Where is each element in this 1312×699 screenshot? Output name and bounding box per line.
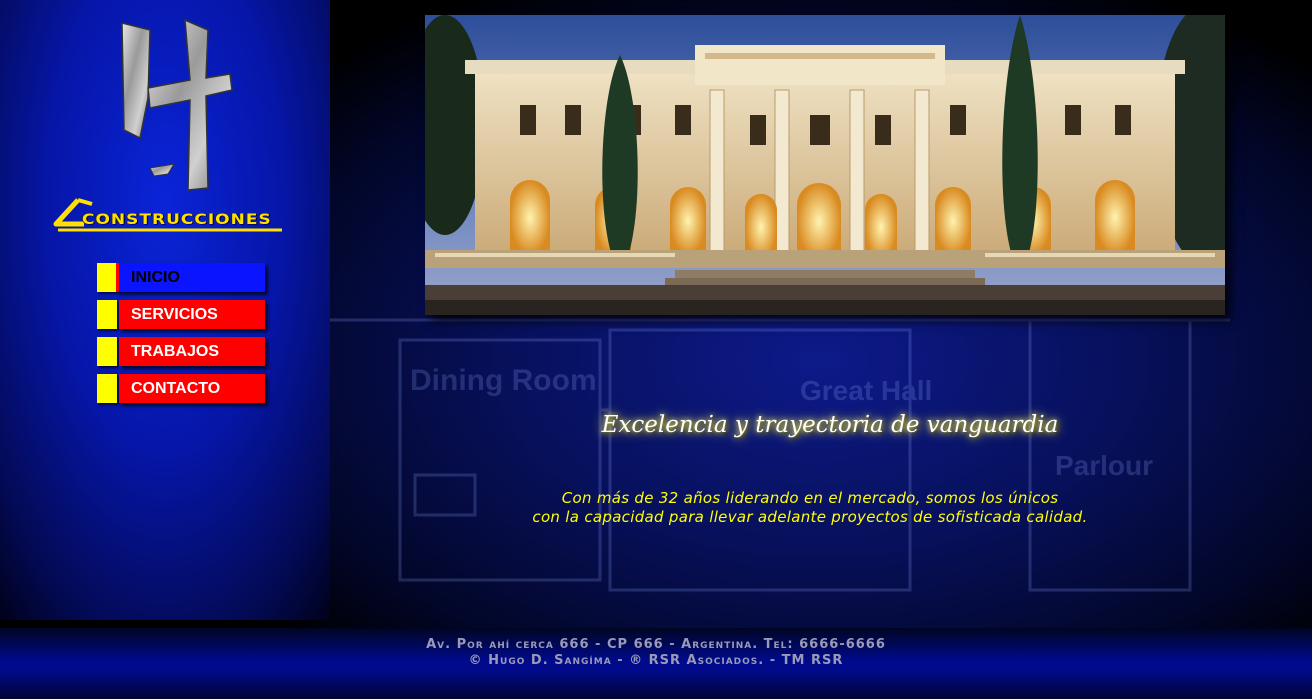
- hero-mansion-image: [425, 15, 1225, 315]
- blueprint-label-hall: Great Hall: [800, 375, 932, 406]
- menu-marker: [97, 263, 117, 292]
- menu-marker: [97, 374, 117, 403]
- intro-line-1: Con más de 32 años liderando en el merca…: [561, 489, 1059, 507]
- menu-item-label[interactable]: SERVICIOS: [131, 306, 218, 324]
- tagline: Excelencia y trayectoria de vanguardia: [601, 412, 1059, 438]
- menu-item-contacto[interactable]: CONTACTO: [97, 374, 269, 403]
- footer-copyright: © Hugo D. Sangíma - ® RSR Asociados. - T…: [468, 653, 844, 668]
- footer: Av. Por ahí cerca 666 - CP 666 - Argenti…: [0, 628, 1312, 699]
- intro-line-2: con la capacidad para llevar adelante pr…: [532, 508, 1088, 526]
- blueprint-background: Dining Room Great Hall Parlour: [330, 318, 1230, 592]
- blueprint-label-dining: Dining Room: [410, 364, 597, 397]
- menu-item-trabajos[interactable]: TRABAJOS: [97, 337, 269, 366]
- menu-item-inicio[interactable]: INICIO: [97, 263, 269, 292]
- page: Dining Room Great Hall Parlour Construcc…: [0, 0, 1312, 699]
- menu-item-label[interactable]: INICIO: [131, 269, 180, 287]
- menu-marker: [97, 300, 117, 329]
- menu-item-servicios[interactable]: SERVICIOS: [97, 300, 269, 329]
- menu-item-label[interactable]: TRABAJOS: [131, 343, 219, 361]
- footer-address: Av. Por ahí cerca 666 - CP 666 - Argenti…: [426, 637, 886, 652]
- brand-wordmark[interactable]: Construcciones: [82, 211, 272, 228]
- main-menu: INICIO SERVICIOS TRABAJOS CONTACTO: [97, 263, 269, 411]
- intro-text: Con más de 32 años liderando en el merca…: [470, 489, 1150, 527]
- stylized-h-logo-icon[interactable]: [110, 18, 240, 196]
- menu-item-label[interactable]: CONTACTO: [131, 380, 220, 398]
- menu-marker: [97, 337, 117, 366]
- blueprint-label-parlour: Parlour: [1055, 450, 1153, 481]
